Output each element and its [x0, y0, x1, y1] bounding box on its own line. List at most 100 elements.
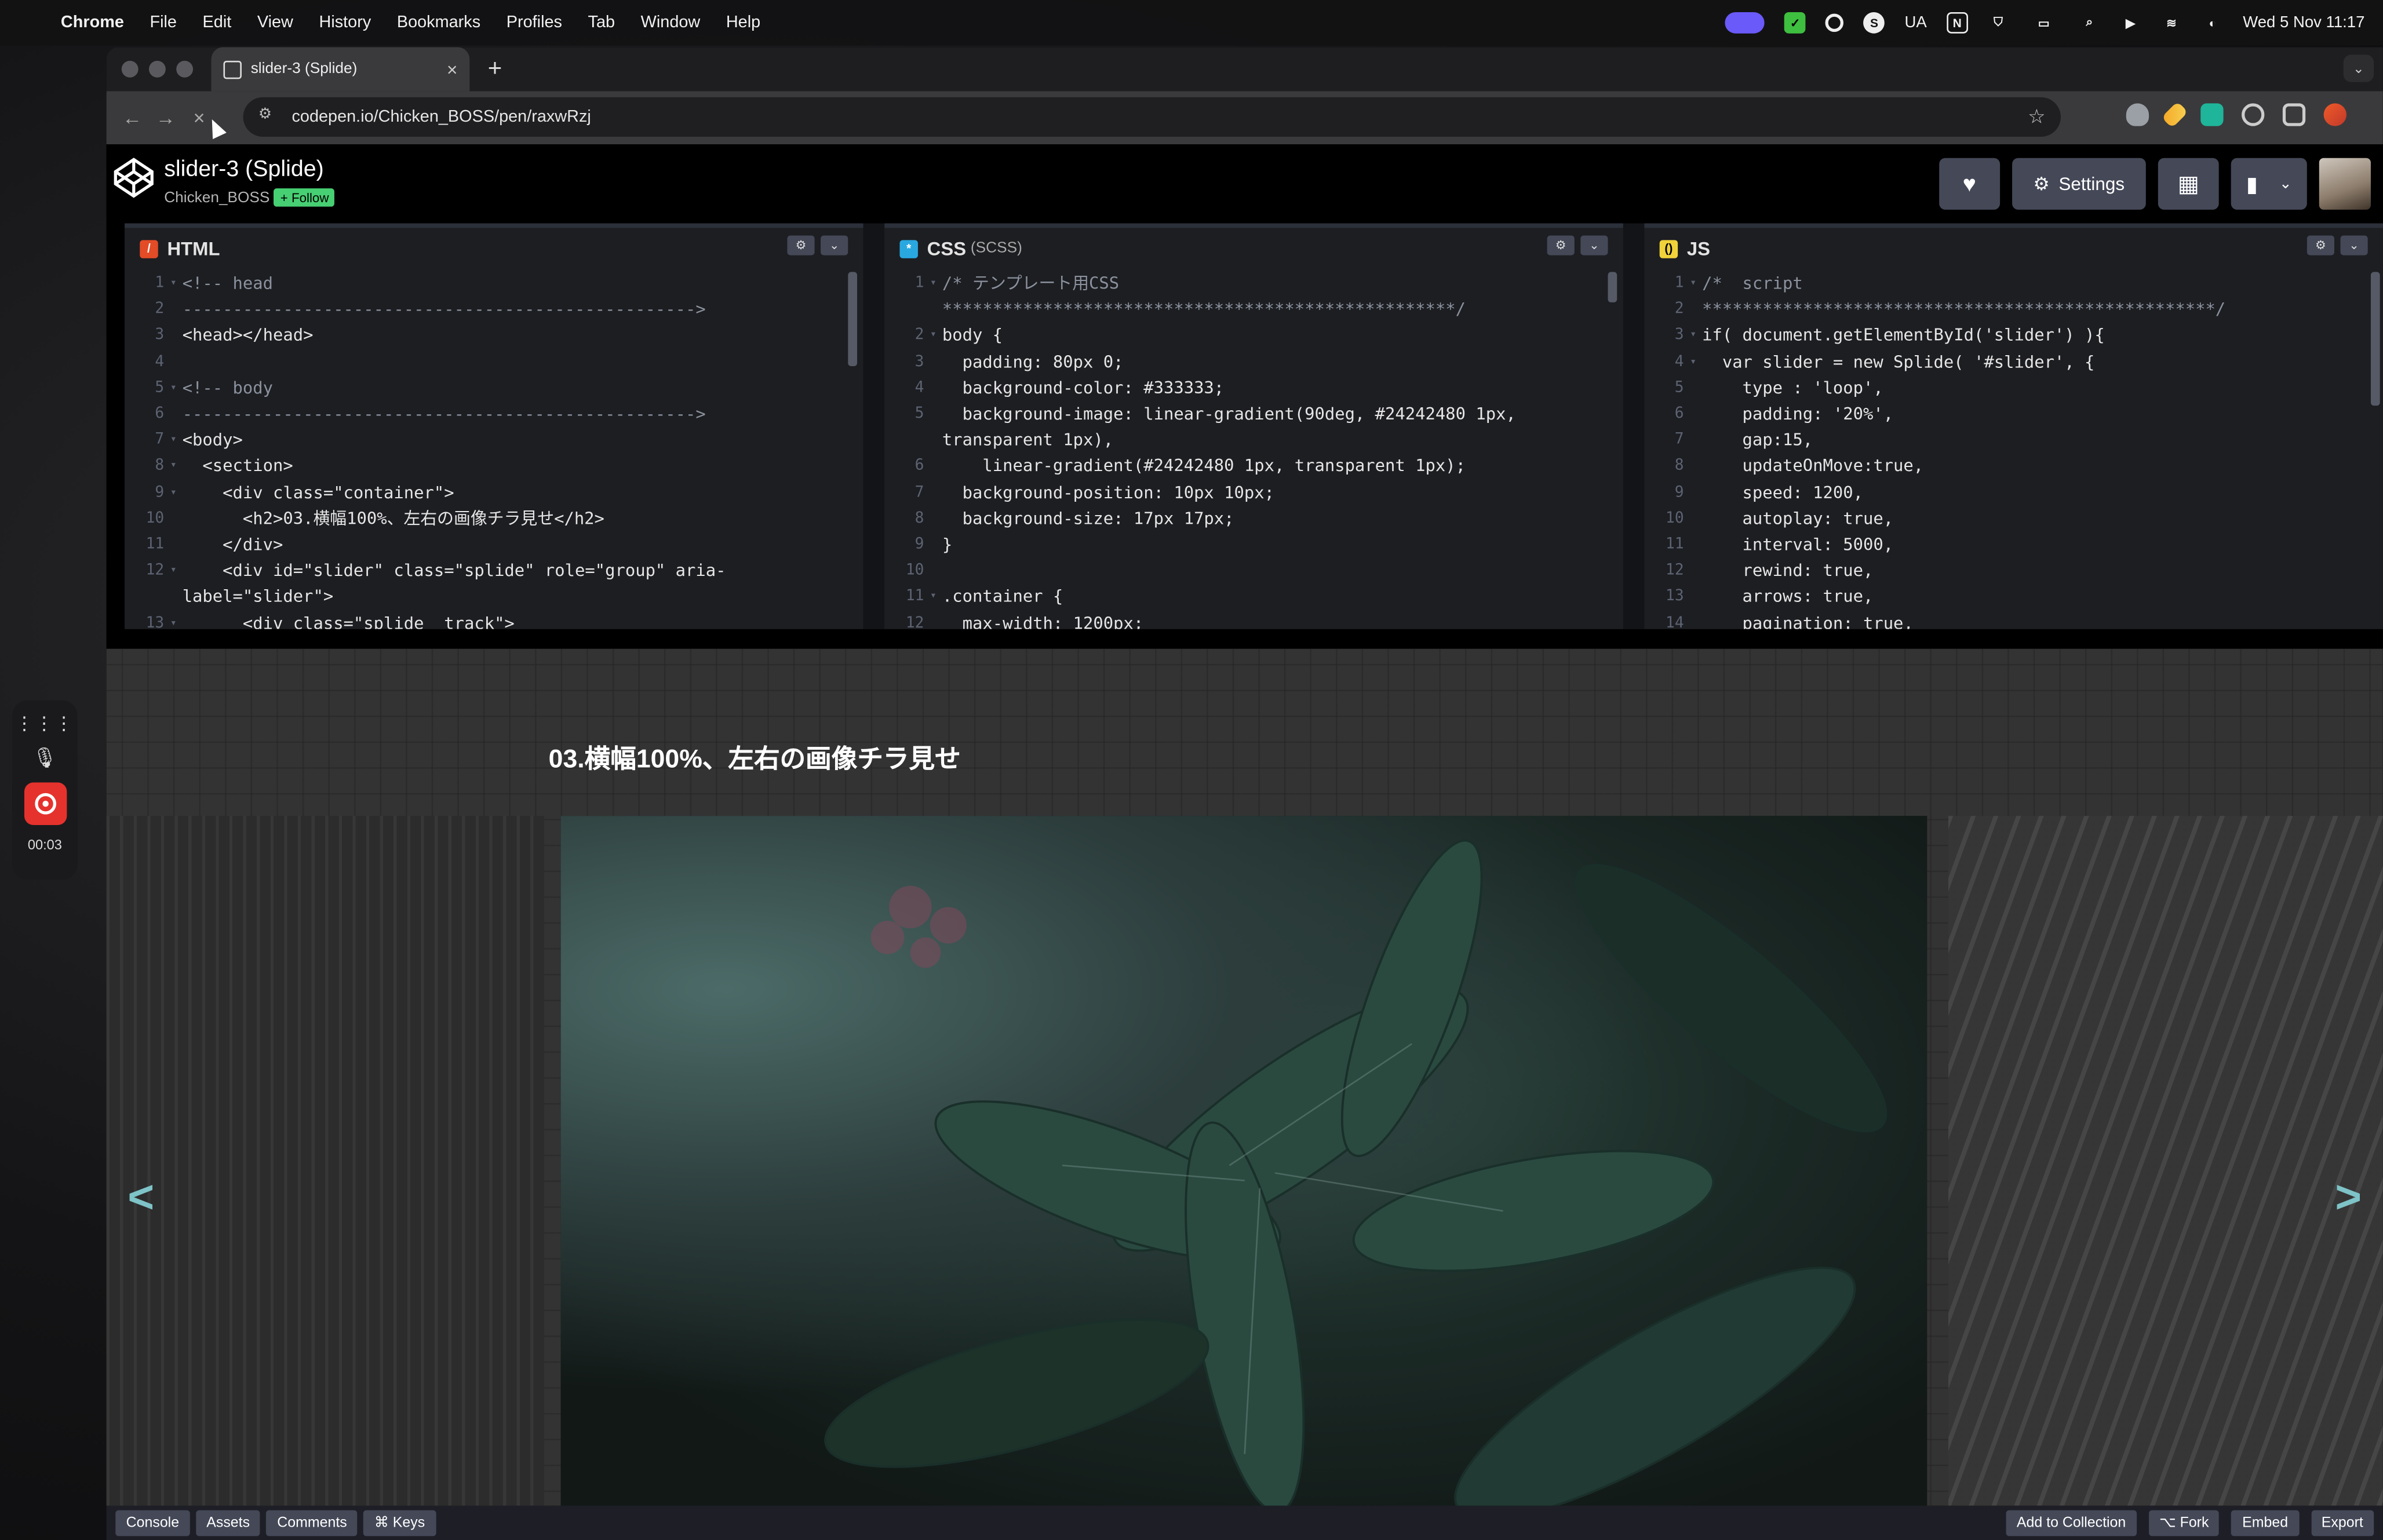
- fold-toggle-icon[interactable]: [170, 506, 183, 532]
- html-settings-gear-icon[interactable]: ⚙: [787, 235, 815, 256]
- fold-toggle-icon[interactable]: [1690, 558, 1702, 584]
- slide-active-image[interactable]: [560, 816, 1927, 1506]
- css-code-line[interactable]: 11 ▾ .container {: [884, 584, 1623, 610]
- fold-toggle-icon[interactable]: [170, 349, 183, 375]
- css-code-area[interactable]: 1 ▾/* テンプレート用CSS *************************…: [884, 270, 1623, 629]
- fold-toggle-icon[interactable]: [930, 454, 942, 480]
- fold-toggle-icon[interactable]: ▾: [1690, 271, 1702, 297]
- fold-toggle-icon[interactable]: ▾: [1690, 349, 1702, 375]
- fork-button[interactable]: ⌥ Fork: [2148, 1510, 2220, 1537]
- fold-toggle-icon[interactable]: [1690, 480, 1702, 506]
- menu-item-history[interactable]: History: [319, 14, 371, 32]
- css-code-line[interactable]: 7 background-position: 10px 10px;: [884, 480, 1623, 506]
- html-code-line[interactable]: 9 ▾ <div class="container">: [125, 480, 863, 506]
- address-bar[interactable]: ⚙ codepen.io/Chicken_BOSS/pen/raxwRzj ☆: [243, 97, 2061, 137]
- fold-toggle-icon[interactable]: ▾: [170, 610, 183, 629]
- user-avatar[interactable]: [2319, 158, 2371, 210]
- keys-button[interactable]: ⌘ Keys: [363, 1510, 436, 1537]
- js-code-line[interactable]: 2 ***************************************…: [1644, 297, 2382, 323]
- css-code-line[interactable]: ****************************************…: [884, 297, 1623, 323]
- html-code-line[interactable]: 2 ---------------------------------------…: [125, 297, 863, 323]
- new-tab-button[interactable]: +: [488, 56, 502, 83]
- fold-toggle-icon[interactable]: ▾: [170, 454, 183, 480]
- html-code-line[interactable]: 13 ▾ <div class="splide__track">: [125, 610, 863, 629]
- fold-toggle-icon[interactable]: ▾: [930, 323, 942, 349]
- css-code-line[interactable]: 9}: [884, 532, 1623, 558]
- js-code-line[interactable]: 5 type : 'loop',: [1644, 375, 2382, 401]
- js-scrollbar[interactable]: [2370, 272, 2380, 406]
- css-code-line[interactable]: transparent 1px),: [884, 427, 1623, 453]
- css-code-line[interactable]: 8 background-size: 17px 17px;: [884, 506, 1623, 532]
- js-code-area[interactable]: 1 ▾/* script 2 ****************************…: [1644, 270, 2383, 629]
- html-code-line[interactable]: 1 ▾ <!-- head: [125, 271, 863, 297]
- privacy-extension-icon[interactable]: [2126, 103, 2149, 126]
- html-code-line[interactable]: 8 ▾ <section>: [125, 454, 863, 480]
- fold-toggle-icon[interactable]: [930, 610, 942, 629]
- zoom-window-button[interactable]: [176, 60, 194, 78]
- css-code-line[interactable]: 1 ▾/* テンプレート用CSS: [884, 271, 1623, 297]
- html-scrollbar[interactable]: [848, 272, 858, 366]
- url-text[interactable]: codepen.io/Chicken_BOSS/pen/raxwRzj: [292, 108, 591, 126]
- fold-toggle-icon[interactable]: [1690, 584, 1702, 610]
- fold-toggle-icon[interactable]: [1690, 375, 1702, 401]
- keyboard-layout-indicator[interactable]: UA: [1904, 14, 1926, 32]
- js-code-line[interactable]: 8 updateOnMove:true,: [1644, 454, 2382, 480]
- js-code-line[interactable]: 4 ▾ var slider = new Splide( '#slider', {: [1644, 349, 2382, 375]
- js-code-line[interactable]: 12 rewind: true,: [1644, 558, 2382, 584]
- html-code-line[interactable]: 7 ▾ <body>: [125, 427, 863, 453]
- kebab-menu-icon[interactable]: [2364, 103, 2370, 126]
- close-tab-icon[interactable]: ×: [447, 59, 457, 80]
- fold-toggle-icon[interactable]: [1690, 610, 1702, 629]
- fold-toggle-icon[interactable]: [170, 532, 183, 558]
- js-code-line[interactable]: 9 speed: 1200,: [1644, 480, 2382, 506]
- play-icon[interactable]: ▶: [2120, 12, 2141, 34]
- chevron-down-icon[interactable]: ⌄: [2279, 176, 2292, 192]
- js-code-line[interactable]: 1 ▾/* script: [1644, 271, 2382, 297]
- add-to-collection-button[interactable]: Add to Collection: [2006, 1510, 2137, 1537]
- assets-button[interactable]: Assets: [195, 1510, 261, 1537]
- tab-active[interactable]: slider-3 (Splide) ×: [211, 47, 470, 92]
- slider-prev-arrow[interactable]: <: [127, 1173, 154, 1224]
- wifi-icon[interactable]: ≋: [2161, 12, 2182, 34]
- css-code-line[interactable]: 6 linear-gradient(#24242480 1px, transpa…: [884, 454, 1623, 480]
- fold-toggle-icon[interactable]: ▾: [1690, 323, 1702, 349]
- pen-title[interactable]: slider-3 (Splide): [164, 156, 323, 183]
- notion-icon[interactable]: N: [1946, 12, 1968, 34]
- slide-next-peek[interactable]: [1948, 816, 2383, 1506]
- css-code-line[interactable]: 3 padding: 80px 0;: [884, 349, 1623, 375]
- js-collapse-chevron-icon[interactable]: ⌄: [2340, 235, 2368, 256]
- js-settings-gear-icon[interactable]: ⚙: [2307, 235, 2335, 256]
- fold-toggle-icon[interactable]: [930, 558, 942, 584]
- html-code-line[interactable]: 5 ▾ <!-- body: [125, 375, 863, 401]
- circle-status-icon[interactable]: [1825, 13, 1844, 32]
- menu-item-window[interactable]: Window: [641, 14, 701, 32]
- css-code-line[interactable]: 2 ▾ body {: [884, 323, 1623, 349]
- settings-button[interactable]: ⚙ Settings: [2012, 158, 2146, 210]
- export-button[interactable]: Export: [2311, 1510, 2374, 1537]
- teal-extension-icon[interactable]: [2200, 103, 2224, 126]
- screen-share-icon[interactable]: [1725, 12, 1765, 34]
- fold-toggle-icon[interactable]: [930, 297, 942, 323]
- js-code-line[interactable]: 11 interval: 5000,: [1644, 532, 2382, 558]
- fold-toggle-icon[interactable]: ▾: [170, 375, 183, 401]
- css-collapse-chevron-icon[interactable]: ⌄: [1580, 235, 1608, 256]
- extension-status-icon[interactable]: ✓: [1784, 12, 1806, 34]
- clock[interactable]: Wed 5 Nov 11:17: [2243, 14, 2364, 32]
- embed-button[interactable]: Embed: [2231, 1510, 2299, 1537]
- fold-toggle-icon[interactable]: [1690, 297, 1702, 323]
- menu-item-file[interactable]: File: [150, 14, 177, 32]
- fold-toggle-icon[interactable]: ▾: [930, 271, 942, 297]
- menu-app-name[interactable]: Chrome: [61, 14, 124, 32]
- fold-toggle-icon[interactable]: [930, 349, 942, 375]
- pen-author[interactable]: Chicken_BOSS: [164, 189, 269, 206]
- fold-toggle-icon[interactable]: [1690, 427, 1702, 453]
- css-code-line[interactable]: 12 max-width: 1200px;: [884, 610, 1623, 629]
- html-code-line[interactable]: label="slider">: [125, 584, 863, 610]
- comments-button[interactable]: Comments: [266, 1510, 358, 1537]
- slide-prev-peek[interactable]: [106, 816, 544, 1506]
- fold-toggle-icon[interactable]: [1690, 532, 1702, 558]
- css-settings-gear-icon[interactable]: ⚙: [1547, 235, 1575, 256]
- fold-toggle-icon[interactable]: [170, 584, 183, 610]
- html-code-area[interactable]: 1 ▾ <!-- head 2 ----------------------------…: [125, 270, 863, 629]
- pen-extension-icon[interactable]: [2161, 101, 2188, 129]
